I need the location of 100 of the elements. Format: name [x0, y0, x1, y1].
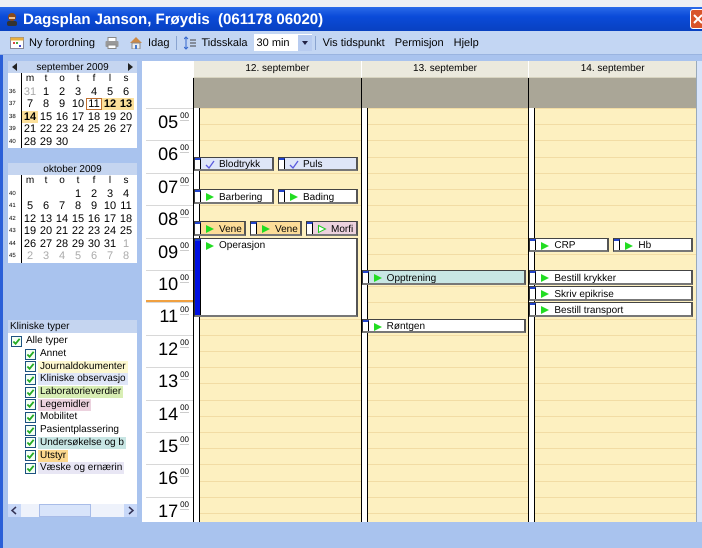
- scroll-right-icon[interactable]: [124, 504, 137, 517]
- appointment[interactable]: Skriv epikrise: [529, 286, 694, 301]
- calendar-day[interactable]: 1: [70, 188, 86, 200]
- calendar-day[interactable]: 9: [54, 98, 70, 110]
- calendar-day[interactable]: 12: [102, 98, 118, 110]
- tree-item[interactable]: Alle typer: [24, 335, 70, 348]
- checkbox[interactable]: [25, 386, 36, 398]
- calendar-day[interactable]: 19: [22, 225, 38, 238]
- calendar-day[interactable]: 24: [102, 225, 118, 238]
- tree-item[interactable]: Annet: [38, 348, 68, 360]
- calendar-day[interactable]: 15: [38, 110, 54, 123]
- calendar-day[interactable]: 31: [102, 238, 118, 250]
- calendar-day[interactable]: 9: [86, 200, 102, 212]
- calendar-day[interactable]: 21: [54, 225, 70, 238]
- calendar-day[interactable]: 26: [22, 238, 38, 250]
- checkbox[interactable]: [25, 450, 36, 462]
- calendar-day[interactable]: 1: [38, 86, 54, 98]
- tree-item[interactable]: Undersøkelse og b: [38, 436, 126, 449]
- tree-item[interactable]: Utstyr: [38, 450, 68, 462]
- calendar-day[interactable]: 6: [38, 200, 54, 212]
- calendar-day[interactable]: 29: [70, 238, 86, 250]
- calendar-day[interactable]: 17: [102, 212, 118, 225]
- checkbox[interactable]: [25, 348, 36, 360]
- calendar-day[interactable]: 25: [118, 225, 134, 238]
- calendar-day[interactable]: 2: [54, 86, 70, 98]
- checkbox[interactable]: [25, 424, 36, 436]
- calendar-day[interactable]: 21: [22, 123, 38, 136]
- calendar-day[interactable]: 19: [102, 110, 118, 123]
- calendar-day[interactable]: 4: [86, 86, 102, 98]
- calendar-day[interactable]: 8: [38, 98, 54, 110]
- calendar-day[interactable]: 16: [54, 110, 70, 123]
- calendar-day[interactable]: 18: [118, 212, 134, 225]
- calendar-day[interactable]: 23: [54, 123, 70, 136]
- vertical-scrollbar[interactable]: [696, 61, 702, 522]
- calendar-day[interactable]: 16: [86, 212, 102, 225]
- tree-item[interactable]: Laboratorieverdier: [38, 386, 124, 398]
- calendar-day[interactable]: 22: [38, 123, 54, 136]
- checkbox[interactable]: [25, 462, 36, 474]
- calendar-day[interactable]: 11: [86, 98, 102, 110]
- appointment[interactable]: Blodtrykk: [194, 156, 274, 172]
- checkbox[interactable]: [25, 361, 36, 372]
- calendar-day[interactable]: 3: [102, 188, 118, 200]
- time-scale-select[interactable]: 30 min: [254, 34, 312, 51]
- calendar-day[interactable]: 18: [86, 110, 102, 123]
- calendar-day[interactable]: 10: [102, 200, 118, 212]
- calendar-day[interactable]: 5: [22, 200, 38, 212]
- new-order-button[interactable]: Ny forordning: [6, 32, 100, 52]
- today-button[interactable]: Idag: [125, 32, 174, 52]
- tree-item[interactable]: Væske og ernærin: [38, 462, 124, 474]
- calendar-day[interactable]: 27: [38, 238, 54, 250]
- tree-item[interactable]: Legemidler: [38, 398, 92, 411]
- appointment[interactable]: Operasjon: [194, 238, 358, 254]
- tree-item[interactable]: Pasientplassering: [38, 424, 121, 436]
- calendar-day[interactable]: 14: [54, 212, 70, 225]
- appointment[interactable]: Opptrening: [362, 270, 526, 285]
- calendar-day[interactable]: 28: [54, 238, 70, 250]
- tree-item[interactable]: Kliniske observasjo: [38, 373, 128, 386]
- calendar-day[interactable]: 25: [86, 123, 102, 136]
- previous-icon[interactable]: [12, 63, 18, 71]
- checkbox[interactable]: [25, 437, 36, 448]
- checkbox[interactable]: [25, 399, 36, 410]
- calendar-day[interactable]: 26: [102, 123, 118, 136]
- appointment[interactable]: Bestill transport: [529, 302, 694, 318]
- tree-item[interactable]: Mobilitet: [38, 411, 80, 424]
- calendar-day[interactable]: 17: [70, 110, 86, 123]
- appointment[interactable]: Morfi: [306, 221, 358, 236]
- appointment-continuation[interactable]: [194, 302, 358, 318]
- show-time-button[interactable]: Vis tidspunkt: [318, 32, 389, 52]
- appointment[interactable]: Puls: [278, 156, 358, 172]
- checkbox[interactable]: [25, 374, 36, 385]
- time-scale-button[interactable]: Tidsskala: [180, 32, 252, 52]
- appointment[interactable]: Bading: [278, 189, 358, 204]
- calendar-day[interactable]: 13: [118, 98, 134, 110]
- calendar-day[interactable]: 20: [118, 110, 134, 123]
- calendar-day[interactable]: 28: [22, 136, 38, 148]
- calendar-day[interactable]: 30: [86, 238, 102, 250]
- calendar-day[interactable]: 14: [22, 110, 38, 123]
- calendar-day[interactable]: 3: [70, 86, 86, 98]
- calendar-day[interactable]: 23: [86, 225, 102, 238]
- calendar-day[interactable]: 2: [86, 188, 102, 200]
- calendar-day[interactable]: 5: [102, 86, 118, 98]
- calendar-day[interactable]: 7: [54, 200, 70, 212]
- calendar-day[interactable]: 22: [70, 225, 86, 238]
- scroll-left-icon[interactable]: [8, 504, 21, 517]
- calendar-day[interactable]: 30: [54, 136, 70, 148]
- calendar-day[interactable]: 27: [118, 123, 134, 136]
- leave-button[interactable]: Permisjon: [390, 32, 448, 52]
- horizontal-scrollbar[interactable]: [8, 504, 137, 517]
- help-button[interactable]: Hjelp: [450, 32, 483, 52]
- calendar-day[interactable]: 10: [70, 98, 86, 110]
- calendar-day[interactable]: 11: [118, 200, 134, 212]
- calendar-day[interactable]: 20: [38, 225, 54, 238]
- appointment[interactable]: Røntgen: [362, 318, 526, 334]
- appointment[interactable]: Vene: [250, 221, 302, 236]
- appointment[interactable]: Vene: [194, 221, 246, 236]
- checkbox[interactable]: [11, 336, 22, 347]
- appointment[interactable]: Bestill krykker: [529, 270, 694, 285]
- close-button[interactable]: [690, 9, 702, 29]
- calendar-day[interactable]: 7: [22, 98, 38, 110]
- calendar-day[interactable]: 4: [118, 188, 134, 200]
